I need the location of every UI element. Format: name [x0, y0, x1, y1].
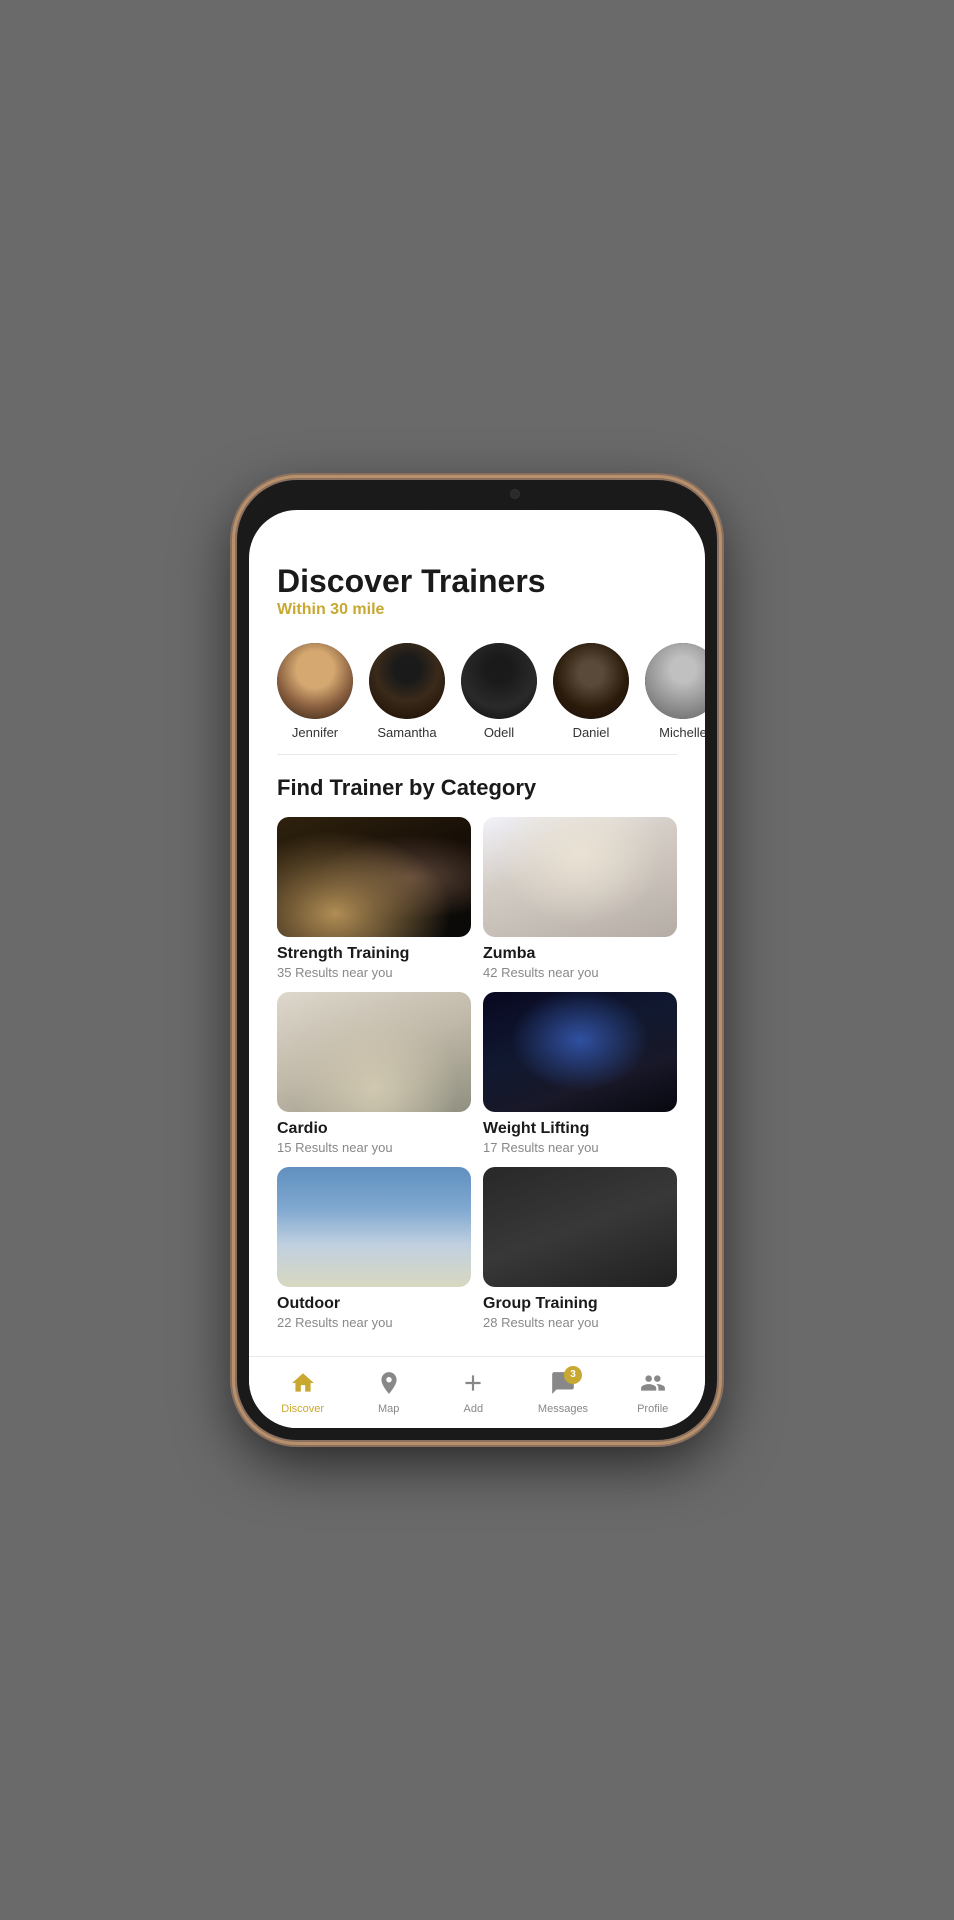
location-subtitle: Within 30 mile: [277, 601, 677, 619]
category-item-strength[interactable]: Strength Training 35 Results near you: [277, 817, 471, 980]
category-item-cardio[interactable]: Cardio 15 Results near you: [277, 992, 471, 1155]
messages-badge: 3: [564, 1366, 582, 1384]
trainer-photo-michelle: [645, 643, 705, 719]
trainer-name-odell: Odell: [484, 725, 514, 740]
phone-screen: Discover Trainers Within 30 mile Jennife…: [249, 510, 705, 1428]
tab-profile[interactable]: Profile: [623, 1364, 683, 1421]
category-count-cardio: 15 Results near you: [277, 1140, 471, 1155]
tab-messages[interactable]: 3 Messages: [528, 1364, 598, 1421]
trainer-item-michelle[interactable]: Michelle: [645, 643, 705, 740]
trainer-photo-jennifer: [277, 643, 353, 719]
category-item-weightlifting[interactable]: Weight Lifting 17 Results near you: [483, 992, 677, 1155]
tab-label-discover: Discover: [281, 1403, 324, 1415]
trainer-avatar-samantha: [369, 643, 445, 719]
trainer-photo-samantha: [369, 643, 445, 719]
tab-label-profile: Profile: [637, 1403, 668, 1415]
category-section-title: Find Trainer by Category: [277, 775, 677, 801]
trainer-name-daniel: Daniel: [573, 725, 610, 740]
category-photo-weightlifting: [483, 992, 677, 1112]
trainers-scroll[interactable]: Jennifer Samantha Odell: [249, 629, 705, 754]
camera-icon: [510, 489, 520, 499]
trainer-item-samantha[interactable]: Samantha: [369, 643, 445, 740]
category-name-weightlifting: Weight Lifting: [483, 1120, 677, 1138]
scroll-content[interactable]: Discover Trainers Within 30 mile Jennife…: [249, 510, 705, 1356]
trainer-avatar-odell: [461, 643, 537, 719]
category-photo-zumba: [483, 817, 677, 937]
map-icon: [376, 1370, 402, 1400]
page-title: Discover Trainers: [277, 564, 677, 599]
category-name-outdoor: Outdoor: [277, 1295, 471, 1313]
category-grid: Strength Training 35 Results near you Zu…: [277, 817, 677, 1330]
category-image-outdoor: [277, 1167, 471, 1287]
category-name-strength: Strength Training: [277, 945, 471, 963]
header-section: Discover Trainers Within 30 mile: [249, 548, 705, 629]
category-image-cardio: [277, 992, 471, 1112]
trainer-item-odell[interactable]: Odell: [461, 643, 537, 740]
add-icon: [460, 1370, 486, 1400]
category-item-outdoor[interactable]: Outdoor 22 Results near you: [277, 1167, 471, 1330]
category-photo-group: [483, 1167, 677, 1287]
home-icon: [290, 1370, 316, 1400]
tab-label-map: Map: [378, 1403, 399, 1415]
category-count-outdoor: 22 Results near you: [277, 1315, 471, 1330]
messages-icon: 3: [550, 1370, 576, 1400]
trainer-item-daniel[interactable]: Daniel: [553, 643, 629, 740]
trainer-photo-odell: [461, 643, 537, 719]
phone-frame: Discover Trainers Within 30 mile Jennife…: [237, 480, 717, 1440]
trainer-avatar-michelle: [645, 643, 705, 719]
category-name-group: Group Training: [483, 1295, 677, 1313]
trainer-item-jennifer[interactable]: Jennifer: [277, 643, 353, 740]
tab-label-add: Add: [464, 1403, 484, 1415]
profile-icon: [640, 1370, 666, 1400]
tab-add[interactable]: Add: [443, 1364, 503, 1421]
category-item-zumba[interactable]: Zumba 42 Results near you: [483, 817, 677, 980]
tab-discover[interactable]: Discover: [271, 1364, 334, 1421]
category-item-group[interactable]: Group Training 28 Results near you: [483, 1167, 677, 1330]
tab-map[interactable]: Map: [359, 1364, 419, 1421]
category-image-zumba: [483, 817, 677, 937]
trainer-photo-daniel: [553, 643, 629, 719]
category-photo-cardio: [277, 992, 471, 1112]
tab-bar: Discover Map Add: [249, 1356, 705, 1428]
category-image-strength: [277, 817, 471, 937]
phone-notch: [412, 480, 542, 508]
trainer-avatar-daniel: [553, 643, 629, 719]
category-count-zumba: 42 Results near you: [483, 965, 677, 980]
category-count-weightlifting: 17 Results near you: [483, 1140, 677, 1155]
tab-label-messages: Messages: [538, 1403, 588, 1415]
category-photo-strength: [277, 817, 471, 937]
trainer-name-michelle: Michelle: [659, 725, 705, 740]
trainer-avatar-jennifer: [277, 643, 353, 719]
category-photo-outdoor: [277, 1167, 471, 1287]
category-count-strength: 35 Results near you: [277, 965, 471, 980]
category-name-zumba: Zumba: [483, 945, 677, 963]
category-image-group: [483, 1167, 677, 1287]
category-count-group: 28 Results near you: [483, 1315, 677, 1330]
trainer-name-jennifer: Jennifer: [292, 725, 338, 740]
category-name-cardio: Cardio: [277, 1120, 471, 1138]
trainer-name-samantha: Samantha: [377, 725, 436, 740]
category-section: Find Trainer by Category Strength Traini…: [249, 755, 705, 1350]
category-image-weightlifting: [483, 992, 677, 1112]
